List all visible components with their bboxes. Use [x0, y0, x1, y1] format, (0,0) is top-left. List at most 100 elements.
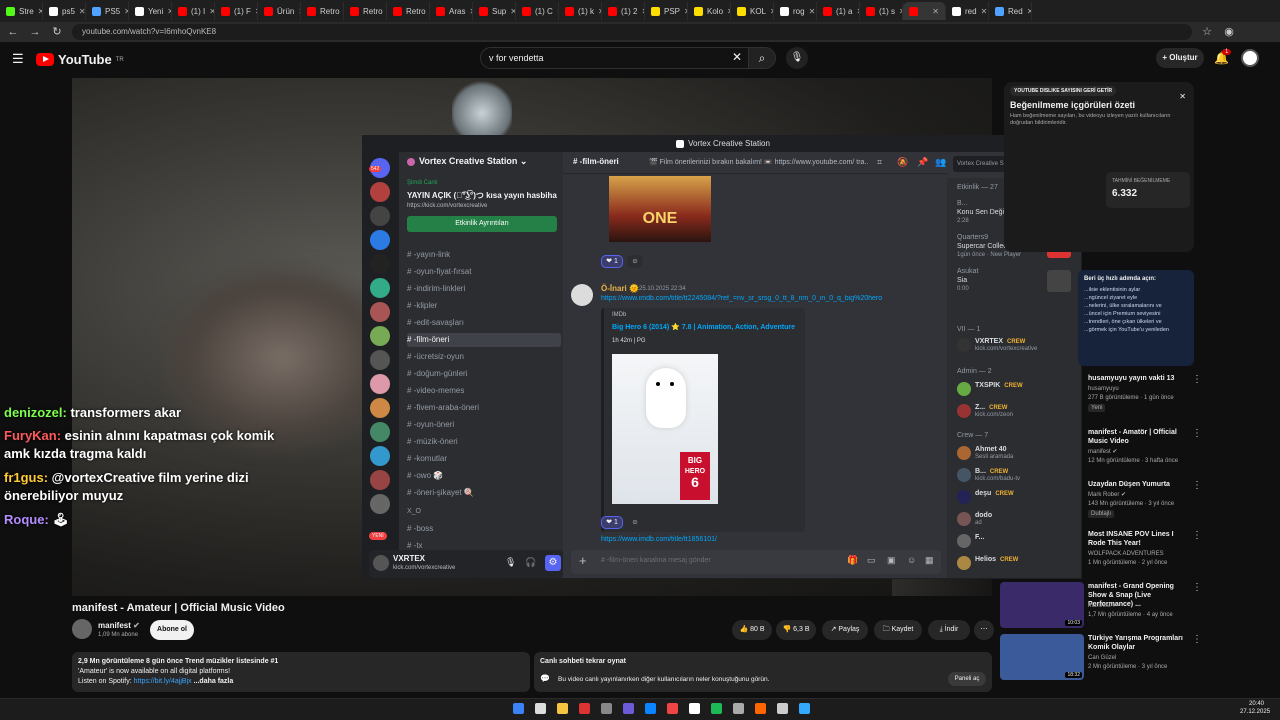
show-more[interactable]: ...daha fazla	[194, 678, 234, 685]
taskbar-app-icon[interactable]	[667, 703, 678, 714]
more-actions-button[interactable]: ⋯	[974, 620, 994, 640]
sticker-icon[interactable]: ▣	[887, 555, 896, 566]
channel-item[interactable]: # -klipler	[407, 299, 437, 313]
message-avatar[interactable]	[571, 284, 593, 306]
browser-tab[interactable]: (1) a✕	[817, 2, 860, 20]
recommendation-title[interactable]: husamyuyu yayın vakti 13	[1088, 374, 1188, 383]
settings-gear-icon[interactable]: ⚙	[545, 555, 561, 571]
channel-item[interactable]: # -edit-savaşları	[407, 316, 464, 330]
channel-item[interactable]: # -fivem-araba-öneri	[407, 401, 479, 415]
browser-tab[interactable]: Stre✕	[0, 2, 43, 20]
description-box[interactable]: 2,9 Mn görüntüleme 8 gün önce Trend müzi…	[72, 652, 530, 692]
apps-icon[interactable]: ▦	[925, 555, 934, 566]
member-name[interactable]: B... CREW	[975, 468, 1008, 475]
channel-item[interactable]: # -boss	[407, 522, 433, 536]
download-button[interactable]: ⤓ İndir	[928, 620, 970, 640]
open-panel-button[interactable]: Paneli aç	[948, 672, 986, 686]
profile-icon[interactable]: ◉	[1222, 25, 1236, 39]
channel-item[interactable]: # -owo 🎲	[407, 469, 443, 483]
browser-tab[interactable]: PSP✕	[645, 2, 688, 20]
mic-icon[interactable]: 🎙	[505, 557, 516, 568]
message-author[interactable]: Ö-İnari 🌞	[601, 284, 639, 293]
gif-icon[interactable]: ▭	[867, 555, 876, 566]
taskbar-app-icon[interactable]	[535, 703, 546, 714]
more-options-icon[interactable]: ⋮	[1192, 374, 1202, 385]
channel-item[interactable]: # -komutlar	[407, 452, 447, 466]
recommendation-channel[interactable]: manifest ✔	[1088, 448, 1198, 456]
channel-item[interactable]: # -yayın-link	[407, 248, 450, 262]
create-button[interactable]: + Oluştur	[1156, 48, 1204, 68]
member-name[interactable]: dodo	[975, 512, 992, 519]
server-icon[interactable]	[370, 398, 390, 418]
more-options-icon[interactable]: ⋮	[1192, 428, 1202, 439]
dislike-button[interactable]: 👎 6,3 B	[776, 620, 816, 640]
browser-tab[interactable]: PS5✕	[86, 2, 129, 20]
tab-close-icon[interactable]: ✕	[1027, 7, 1031, 16]
more-options-icon[interactable]: ⋮	[1192, 530, 1202, 541]
member-avatar[interactable]	[957, 338, 971, 352]
reaction-heart[interactable]: ❤ 1	[601, 255, 623, 268]
taskbar-app-icon[interactable]	[733, 703, 744, 714]
user-avatar[interactable]	[373, 555, 389, 571]
browser-tab[interactable]: (1) F✕	[215, 2, 258, 20]
member-avatar[interactable]	[957, 446, 971, 460]
big-hero-6-poster[interactable]: BIG HERO 6	[612, 354, 718, 504]
member-avatar[interactable]	[957, 382, 971, 396]
pin-icon[interactable]: 📌	[917, 157, 928, 168]
server-name[interactable]: Vortex Creative Station ⌄	[407, 156, 527, 167]
taskbar-app-icon[interactable]	[777, 703, 788, 714]
add-reaction-icon[interactable]: ☺	[627, 255, 643, 268]
server-icon[interactable]	[370, 182, 390, 202]
recommendation-title[interactable]: manifest - Amatör | Official Music Video	[1088, 428, 1188, 446]
taskbar-app-icon[interactable]	[623, 703, 634, 714]
browser-tab[interactable]: Aras✕	[430, 2, 473, 20]
browser-tab[interactable]: KOL✕	[731, 2, 774, 20]
browser-tab[interactable]: (1) C✕	[516, 2, 559, 20]
embed-title[interactable]: Big Hero 6 (2014) ⭐ 7.8 | Animation, Act…	[612, 323, 808, 331]
youtube-logo[interactable]: YouTube TR	[36, 52, 124, 67]
recommendation-title[interactable]: Uzaydan Düşen Yumurta	[1088, 480, 1188, 489]
member-name[interactable]: Ahmet 40	[975, 446, 1007, 453]
channel-item[interactable]: # -indirim-linkleri	[407, 282, 465, 296]
member-name[interactable]: Helios CREW	[975, 556, 1018, 563]
category-label[interactable]: X_O	[407, 508, 421, 515]
server-icon[interactable]	[370, 206, 390, 226]
more-options-icon[interactable]: ⋮	[1192, 634, 1202, 645]
taskbar-app-icon[interactable]	[513, 703, 524, 714]
like-button[interactable]: 👍 80 B	[732, 620, 772, 640]
share-button[interactable]: ↗ Paylaş	[822, 620, 868, 640]
live-link[interactable]: https://kick.com/vortexcreative	[407, 203, 487, 209]
channel-item[interactable]: # -video-memes	[407, 384, 464, 398]
more-options-icon[interactable]: ⋮	[1192, 480, 1202, 491]
members-icon[interactable]: 👥	[935, 157, 946, 168]
voice-search-button[interactable]: 🎙	[786, 47, 808, 69]
recommendation-channel[interactable]: WOLFPACK ADVENTURES	[1088, 550, 1198, 558]
taskbar-app-icon[interactable]	[689, 703, 700, 714]
browser-tab[interactable]: (1) I✕	[172, 2, 215, 20]
server-icon[interactable]	[370, 278, 390, 298]
mute-icon[interactable]: 🔕	[897, 157, 908, 168]
tab-close-icon[interactable]: ✕	[79, 7, 85, 16]
emoji-icon[interactable]: ☺	[907, 555, 916, 565]
channel-item[interactable]: # -müzik-öneri	[407, 435, 458, 449]
browser-tab[interactable]: ps5 ✕	[43, 2, 86, 20]
taskbar-app-icon[interactable]	[799, 703, 810, 714]
taskbar-app-icon[interactable]	[645, 703, 656, 714]
taskbar-app-icon[interactable]	[755, 703, 766, 714]
next-message-link[interactable]: https://www.imdb.com/title/tt1856101/	[601, 536, 717, 543]
server-icon[interactable]	[370, 494, 390, 514]
browser-tab[interactable]: ✕	[903, 2, 946, 20]
server-icon[interactable]	[370, 350, 390, 370]
browser-tab[interactable]: (1) 2✕	[602, 2, 645, 20]
url-field[interactable]: youtube.com/watch?v=I6mhoQvnKE8	[72, 24, 1192, 40]
save-button[interactable]: 🗀 Kaydet	[874, 620, 922, 640]
tab-close-icon[interactable]: ✕	[809, 7, 816, 16]
browser-tab[interactable]: (1) s✕	[860, 2, 903, 20]
attach-plus-icon[interactable]: +	[579, 553, 587, 568]
tab-close-icon[interactable]: ✕	[932, 7, 939, 16]
menu-icon[interactable]: ☰	[12, 51, 24, 67]
recommendation-channel[interactable]: husamyuyu	[1088, 385, 1198, 393]
close-panel-icon[interactable]: ✕	[1179, 92, 1186, 101]
gift-icon[interactable]: 🎁	[847, 555, 858, 566]
server-icon[interactable]	[370, 374, 390, 394]
